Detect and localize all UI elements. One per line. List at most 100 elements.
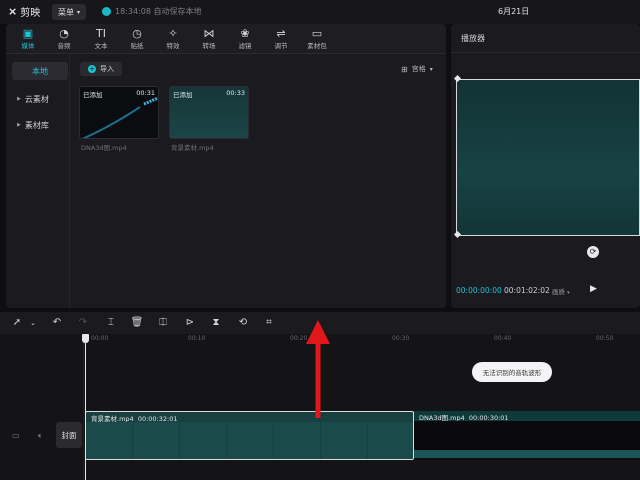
crop-icon[interactable]: ⌗ bbox=[262, 316, 276, 330]
chevron-down-icon: ▾ bbox=[76, 8, 80, 16]
tab-label: 媒体 bbox=[21, 42, 35, 50]
clip-duration: 00:31 bbox=[136, 89, 155, 97]
redo-icon[interactable]: ↷ bbox=[76, 316, 90, 330]
sidebar-item-cloud[interactable]: ▶ 云素材 bbox=[12, 90, 68, 108]
chevron-down-icon[interactable]: ⌄ bbox=[26, 316, 40, 330]
menu-button[interactable]: 菜单 ▾ bbox=[52, 4, 86, 20]
clip-name: 背景素材.mp4 bbox=[171, 144, 214, 152]
timeline-clip[interactable]: 背景素材.mp4 00:00:32:01 bbox=[85, 411, 414, 460]
app-name: 剪映 bbox=[20, 8, 41, 19]
reverse-play-icon[interactable]: ⊳ bbox=[183, 316, 197, 330]
timeline-clip[interactable]: DNA3d图.mp4 00:00:30:01 bbox=[414, 411, 640, 460]
play-icon[interactable]: ▶ bbox=[590, 284, 597, 294]
sticker-icon: ◷ bbox=[132, 27, 142, 40]
cover-label: 封面 bbox=[61, 430, 77, 440]
grid-icon: ⊞ bbox=[401, 64, 408, 74]
tab-label: 调节 bbox=[274, 42, 288, 50]
chevron-down-icon: ▾ bbox=[429, 65, 433, 73]
tab-label: 特效 bbox=[166, 42, 180, 50]
tab-label: 贴纸 bbox=[130, 42, 144, 50]
ruler-label: 00:40 bbox=[494, 335, 512, 342]
sidebar-item-local[interactable]: 本地 bbox=[12, 62, 68, 80]
tab-label: 滤镜 bbox=[238, 42, 252, 50]
tab-audio[interactable]: ◔ 音频 bbox=[46, 27, 82, 50]
playhead-handle[interactable] bbox=[82, 334, 89, 343]
media-sidebar: 本地 ▶ 云素材 ▶ 素材库 bbox=[6, 54, 70, 308]
tab-transition[interactable]: ⋈ 转场 bbox=[191, 27, 227, 50]
filter-icon: ❀ bbox=[240, 27, 250, 40]
plus-icon: + bbox=[88, 65, 96, 73]
audio-waveform-tooltip: 无法识别的音轨波形 bbox=[472, 362, 552, 382]
media-tab-bar: ▣ 媒体 ◔ 音频 TI 文本 ◷ 贴纸 ✧ 特效 ⋈ 转场 ❀ 滤镜 ⇌ 调节 bbox=[6, 24, 446, 54]
ruler-label: 00:10 bbox=[188, 335, 206, 342]
effects-icon: ✧ bbox=[168, 27, 178, 40]
freeze-frame-icon[interactable]: ⎅ bbox=[156, 316, 170, 330]
volume-icon[interactable]: 🔈︎ bbox=[38, 431, 43, 441]
timeline-ruler[interactable]: 00:00 00:10 00:20 00:30 00:40 00:50 bbox=[84, 334, 640, 346]
package-icon: ▭ bbox=[311, 27, 323, 40]
chevron-down-icon: ▾ bbox=[567, 290, 570, 296]
rotate-icon[interactable]: ⟲ bbox=[236, 316, 250, 330]
tab-filter[interactable]: ❀ 滤镜 bbox=[227, 27, 263, 50]
mirror-icon[interactable]: ⧗ bbox=[209, 316, 223, 330]
video-track-icon[interactable]: ▭ bbox=[12, 431, 20, 440]
save-status-text: 18:34:08 自动保存本地 bbox=[115, 7, 202, 16]
player-title: 播放器 bbox=[461, 34, 485, 43]
ruler-label: 00:00 bbox=[91, 335, 109, 342]
media-icon: ▣ bbox=[22, 27, 34, 40]
app-logo: ⨯ 剪映 bbox=[8, 4, 40, 19]
text-icon: TI bbox=[96, 27, 106, 40]
tab-label: 转场 bbox=[202, 42, 216, 50]
tab-adjust[interactable]: ⇌ 调节 bbox=[263, 27, 299, 50]
tab-label: 素材包 bbox=[307, 42, 327, 50]
player-panel: 播放器 ⟳ 00:00:00:00 00:01:02:02 画质 ▾ ▶ bbox=[451, 24, 640, 308]
sidebar-item-label: 本地 bbox=[32, 66, 48, 76]
sidebar-item-library[interactable]: ▶ 素材库 bbox=[12, 116, 68, 134]
adjust-icon: ⇌ bbox=[276, 27, 286, 40]
audio-icon: ◔ bbox=[59, 27, 69, 40]
playhead[interactable] bbox=[85, 334, 86, 480]
top-bar bbox=[0, 0, 640, 24]
ruler-label: 00:50 bbox=[596, 335, 614, 342]
clip-name: DNA3d图.mp4 bbox=[81, 144, 127, 152]
import-button[interactable]: + 导入 bbox=[80, 62, 122, 76]
delete-icon[interactable]: 🗑︎ bbox=[130, 316, 144, 330]
clip-frames bbox=[414, 421, 640, 458]
added-badge: 已添加 bbox=[83, 91, 103, 99]
media-clip-card[interactable]: 已添加 00:33 bbox=[169, 86, 249, 139]
cover-button[interactable]: 封面 bbox=[56, 422, 82, 448]
tab-text[interactable]: TI 文本 bbox=[83, 27, 119, 50]
rotate-icon[interactable]: ⟳ bbox=[587, 246, 599, 258]
tab-effects[interactable]: ✧ 特效 bbox=[155, 27, 191, 50]
tab-label: 文本 bbox=[94, 42, 108, 50]
track-header bbox=[0, 334, 84, 480]
tab-package[interactable]: ▭ 素材包 bbox=[299, 27, 335, 50]
undo-icon[interactable]: ↶ bbox=[50, 316, 64, 330]
select-cursor-icon[interactable]: ➚ bbox=[10, 316, 24, 330]
media-panel: ▣ 媒体 ◔ 音频 TI 文本 ◷ 贴纸 ✧ 特效 ⋈ 转场 ❀ 滤镜 ⇌ 调节 bbox=[6, 24, 446, 308]
date-label: 6月21日 bbox=[498, 7, 530, 16]
tab-label: 音频 bbox=[57, 42, 71, 50]
view-mode-toggle[interactable]: ⊞ 宫格 ▾ bbox=[401, 64, 433, 74]
transition-icon: ⋈ bbox=[203, 27, 215, 40]
sidebar-item-label: 云素材 bbox=[24, 94, 49, 104]
quality-dropdown[interactable]: 画质 ▾ bbox=[552, 286, 570, 296]
split-icon[interactable]: ⌶ bbox=[104, 316, 118, 330]
view-mode-label: 宫格 bbox=[411, 65, 426, 73]
tab-media[interactable]: ▣ 媒体 bbox=[10, 27, 46, 50]
check-icon bbox=[102, 7, 111, 16]
chevron-right-icon: ▶ bbox=[17, 122, 21, 128]
chevron-right-icon: ▶ bbox=[17, 96, 21, 102]
import-label: 导入 bbox=[100, 65, 114, 73]
added-badge: 已添加 bbox=[173, 91, 193, 99]
total-time: 00:01:02:02 bbox=[504, 286, 550, 295]
clip-frames bbox=[86, 422, 413, 459]
media-clip-card[interactable]: 已添加 00:31 bbox=[79, 86, 159, 139]
preview-canvas[interactable] bbox=[456, 79, 640, 236]
tab-sticker[interactable]: ◷ 贴纸 bbox=[119, 27, 155, 50]
quality-label: 画质 bbox=[552, 288, 565, 296]
divider bbox=[451, 52, 640, 53]
ruler-label: 00:30 bbox=[392, 335, 410, 342]
current-time: 00:00:00:00 bbox=[456, 286, 502, 295]
annotation-arrow-icon bbox=[306, 320, 330, 418]
